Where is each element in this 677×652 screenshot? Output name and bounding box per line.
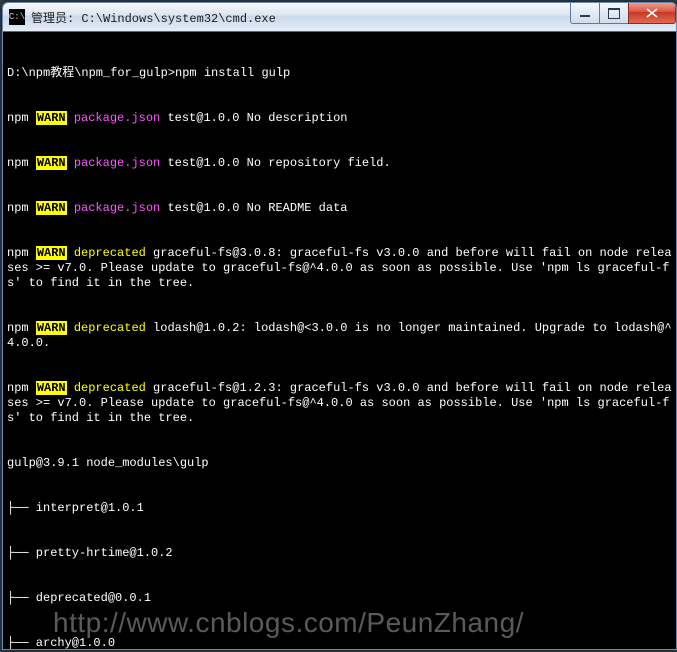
warn-line: npm WARN package.json test@1.0.0 No repo… — [7, 156, 672, 171]
warn-badge: WARN — [36, 156, 67, 170]
warn-line: npm WARN package.json test@1.0.0 No desc… — [7, 111, 672, 126]
maximize-button[interactable] — [599, 3, 629, 24]
minimize-button[interactable] — [570, 3, 600, 24]
tree-item: ├── interpret@1.0.1 — [7, 501, 672, 516]
cmd-window: C:\ 管理员: C:\Windows\system32\cmd.exe D:\… — [2, 2, 677, 650]
warn-line: npm WARN deprecated lodash@1.0.2: lodash… — [7, 321, 672, 351]
cmd-icon: C:\ — [9, 9, 25, 25]
typed-command: npm install gulp — [175, 66, 290, 80]
prompt-line: D:\npm教程\npm_for_gulp>npm install gulp — [7, 66, 672, 81]
close-icon — [646, 8, 658, 18]
minimize-icon — [580, 15, 590, 17]
tree-root: gulp@3.9.1 node_modules\gulp — [7, 456, 672, 471]
window-controls — [571, 3, 676, 23]
titlebar[interactable]: C:\ 管理员: C:\Windows\system32\cmd.exe — [3, 3, 676, 32]
tree-item: ├── deprecated@0.0.1 — [7, 591, 672, 606]
warn-line: npm WARN deprecated graceful-fs@1.2.3: g… — [7, 381, 672, 426]
terminal-output[interactable]: D:\npm教程\npm_for_gulp>npm install gulp n… — [3, 32, 676, 650]
window-title: 管理员: C:\Windows\system32\cmd.exe — [31, 9, 276, 26]
warn-line: npm WARN package.json test@1.0.0 No READ… — [7, 201, 672, 216]
prompt-path: D:\npm教程\npm_for_gulp> — [7, 66, 175, 80]
tree-item: ├── pretty-hrtime@1.0.2 — [7, 546, 672, 561]
close-button[interactable] — [628, 3, 676, 24]
warn-badge: WARN — [36, 321, 67, 335]
warn-badge: WARN — [36, 201, 67, 215]
maximize-icon — [608, 8, 620, 19]
warn-line: npm WARN deprecated graceful-fs@3.0.8: g… — [7, 246, 672, 291]
tree-item: ├── archy@1.0.0 — [7, 636, 672, 650]
warn-badge: WARN — [36, 381, 67, 395]
warn-badge: WARN — [36, 246, 67, 260]
warn-badge: WARN — [36, 111, 67, 125]
